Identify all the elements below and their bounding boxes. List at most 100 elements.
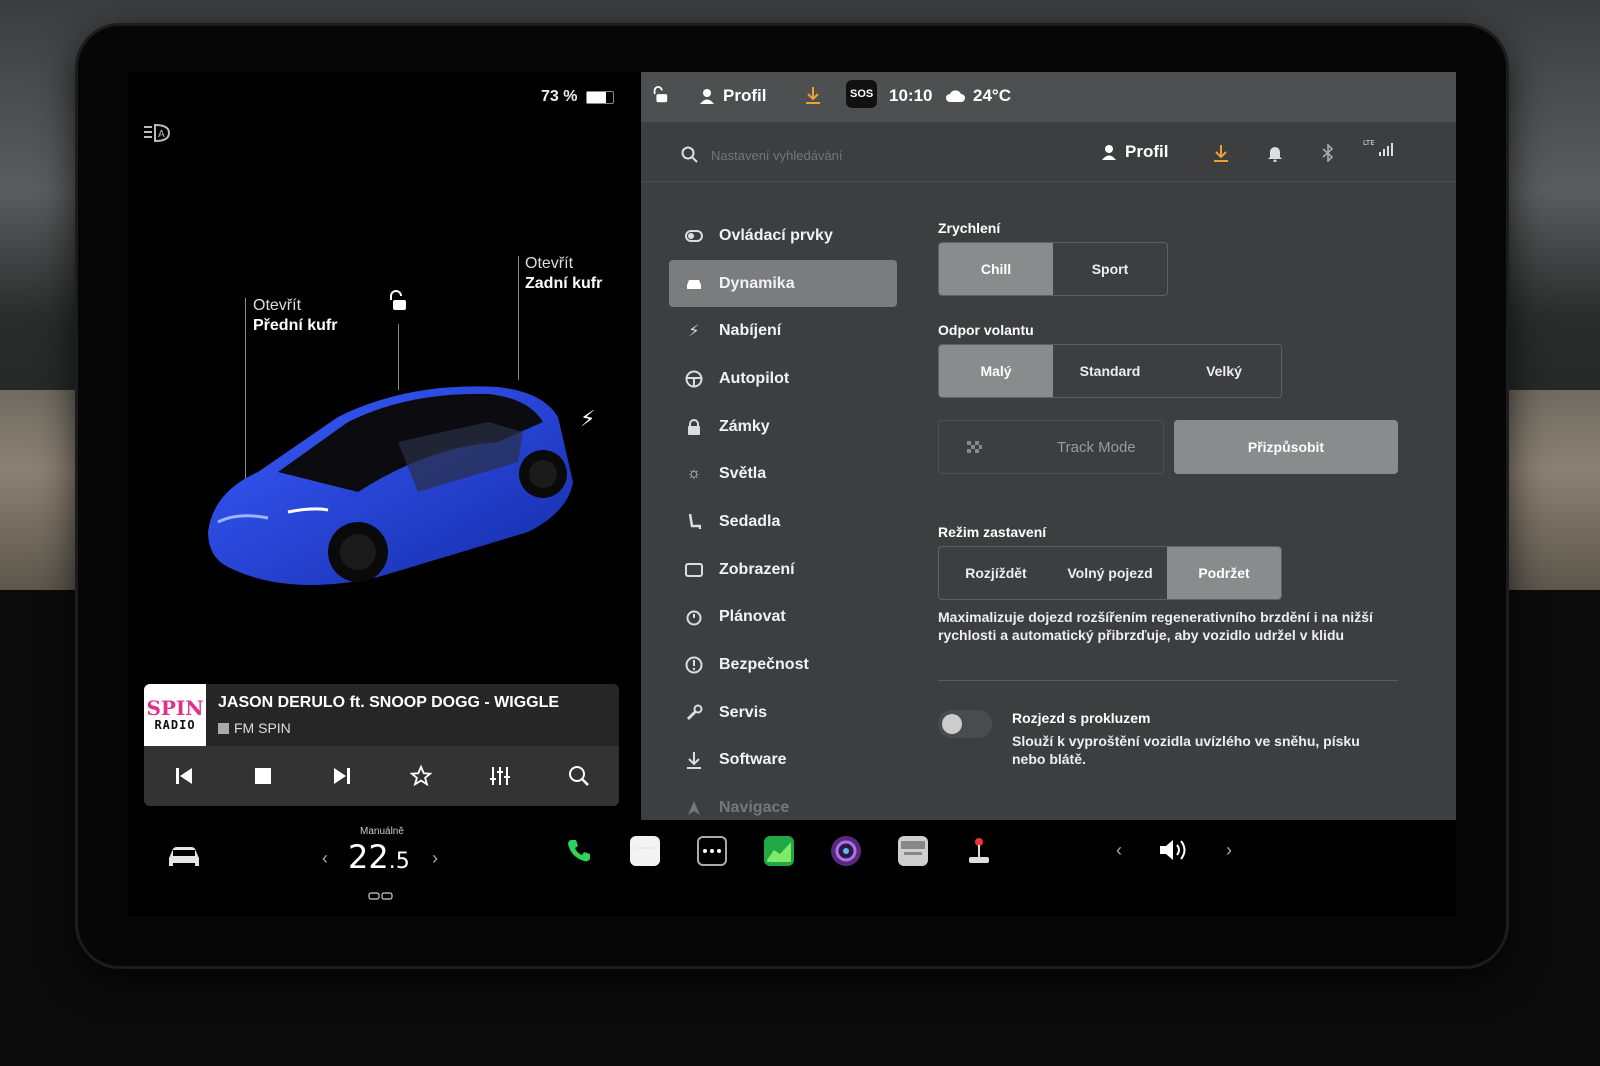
- nav-item-label: Zámky: [719, 417, 770, 435]
- divider: [938, 680, 1398, 681]
- option-heavy[interactable]: Velký: [1167, 345, 1281, 397]
- more-apps-icon[interactable]: [697, 836, 727, 866]
- nav-item-service[interactable]: Servis: [669, 689, 899, 737]
- header-profile[interactable]: Profil: [1101, 142, 1168, 162]
- option-sport[interactable]: Sport: [1053, 243, 1167, 295]
- download-icon[interactable]: [1213, 144, 1229, 167]
- settings-nav: Ovládací prvky Dynamika ⚡ Nabíjení Autop…: [669, 212, 899, 832]
- track-title: JASON DERULO ft. SNOOP DOGG - WIGGLE: [218, 694, 560, 711]
- nav-item-dynamics[interactable]: Dynamika: [669, 259, 897, 308]
- nav-item-display[interactable]: Zobrazení: [669, 546, 899, 594]
- front-trunk-label: Přední kufr: [253, 317, 338, 334]
- nav-item-label: Servis: [719, 703, 768, 721]
- media-player: SPIN RADIO JASON DERULO ft. SNOOP DOGG -…: [144, 684, 619, 806]
- media-now-playing[interactable]: SPIN RADIO JASON DERULO ft. SNOOP DOGG -…: [144, 684, 619, 746]
- previous-track-icon[interactable]: [169, 761, 199, 791]
- bell-icon[interactable]: [1267, 144, 1283, 167]
- status-profile[interactable]: Profil: [699, 86, 766, 106]
- touchscreen: 73 % A Otevřít Přední kufr Otevřít Zadní…: [128, 72, 1456, 916]
- volume-down-chevron-icon[interactable]: ‹: [1116, 840, 1122, 861]
- unlock-icon[interactable]: [386, 290, 408, 312]
- search-icon: [681, 146, 699, 169]
- station-logo-text: SPIN: [146, 696, 204, 720]
- volume-icon[interactable]: [1158, 836, 1192, 869]
- lte-signal-icon: LTE: [1363, 138, 1395, 163]
- media-search-icon[interactable]: [564, 761, 594, 791]
- camera-icon[interactable]: [831, 836, 861, 866]
- favorite-star-icon[interactable]: [406, 761, 436, 791]
- option-roll[interactable]: Volný pojezd: [1053, 547, 1167, 599]
- option-chill[interactable]: Chill: [939, 243, 1053, 295]
- car-3d-model: [198, 362, 598, 602]
- checkered-flag-icon: [965, 439, 983, 461]
- next-track-icon[interactable]: [327, 761, 357, 791]
- option-creep[interactable]: Rozjíždět: [939, 547, 1053, 599]
- status-download-icon[interactable]: [805, 86, 821, 104]
- rear-trunk-callout[interactable]: Otevřít Zadní kufr: [525, 254, 602, 294]
- dashcam-icon[interactable]: [898, 836, 928, 866]
- option-hold[interactable]: Podržet: [1167, 547, 1281, 599]
- cabin-temperature[interactable]: 22.5: [348, 838, 410, 876]
- status-profile-label: Profil: [723, 86, 767, 105]
- nav-item-label: Nabíjení: [719, 322, 782, 340]
- nav-item-lights[interactable]: ☼ Světla: [669, 450, 899, 498]
- settings-panel: Profil SOS 10:10 24°C Profil: [641, 72, 1456, 820]
- nav-item-label: Software: [719, 751, 787, 769]
- nav-item-seats[interactable]: Sedadla: [669, 498, 899, 546]
- stop-icon[interactable]: [248, 761, 278, 791]
- acceleration-selector: Chill Sport: [938, 242, 1168, 296]
- header-profile-label: Profil: [1125, 142, 1169, 161]
- nav-item-safety[interactable]: Bezpečnost: [669, 641, 899, 689]
- temp-up-chevron-icon[interactable]: ›: [432, 848, 438, 869]
- calendar-icon[interactable]: [630, 836, 660, 866]
- option-standard[interactable]: Standard: [1053, 345, 1167, 397]
- settings-search-input[interactable]: [711, 142, 1031, 168]
- volume-up-chevron-icon[interactable]: ›: [1226, 840, 1232, 861]
- person-icon: [700, 89, 714, 104]
- track-mode-button[interactable]: Track Mode: [938, 420, 1164, 474]
- battery-level-fill: [587, 92, 606, 103]
- cloud-icon: [946, 90, 965, 102]
- nav-item-autopilot[interactable]: Autopilot: [669, 355, 899, 403]
- stopping-mode-description: Maximalizuje dojezd rozšířením regenerat…: [938, 609, 1373, 643]
- nav-item-controls[interactable]: Ovládací prvky: [669, 212, 899, 260]
- joystick-games-icon[interactable]: [964, 836, 994, 866]
- nav-item-label: Sedadla: [719, 512, 781, 530]
- station-name: FM SPIN: [218, 720, 291, 736]
- auto-headlight-icon[interactable]: A: [142, 122, 172, 144]
- display-icon: [685, 561, 703, 579]
- energy-chart-icon[interactable]: [764, 836, 794, 866]
- rear-trunk-open-label: Otevřít: [525, 255, 574, 272]
- option-light[interactable]: Malý: [939, 345, 1053, 397]
- phone-icon[interactable]: [564, 836, 594, 866]
- nav-item-label: Autopilot: [719, 369, 790, 387]
- status-unlock-icon[interactable]: [651, 86, 669, 104]
- svg-text:A: A: [158, 129, 165, 140]
- seat-heater-icon[interactable]: [368, 888, 394, 906]
- bluetooth-icon[interactable]: [1321, 143, 1335, 167]
- wrench-icon: [685, 704, 703, 722]
- slip-start-toggle[interactable]: [938, 710, 992, 738]
- sos-label: SOS: [846, 80, 878, 108]
- stopping-mode-title: Režim zastavení: [938, 524, 1047, 540]
- radio-icon: [218, 722, 229, 734]
- acceleration-title: Zrychlení: [938, 220, 1001, 236]
- equalizer-icon[interactable]: [485, 761, 515, 791]
- steering-wheel-icon: [685, 370, 703, 388]
- customize-button[interactable]: Přizpůsobit: [1174, 420, 1398, 474]
- nav-item-software[interactable]: Software: [669, 737, 899, 785]
- nav-item-label: Ovládací prvky: [719, 226, 833, 244]
- sos-button[interactable]: SOS: [846, 80, 878, 108]
- front-trunk-callout[interactable]: Otevřít Přední kufr: [253, 296, 337, 336]
- nav-item-label: Dynamika: [719, 274, 795, 292]
- car-menu-icon[interactable]: [166, 844, 202, 875]
- nav-item-charging[interactable]: ⚡ Nabíjení: [669, 307, 899, 355]
- nav-item-label: Světla: [719, 465, 767, 483]
- track-mode-label: Track Mode: [1057, 439, 1136, 456]
- car-icon: [685, 275, 703, 293]
- battery-percent: 73 %: [541, 88, 578, 105]
- temp-down-chevron-icon[interactable]: ‹: [322, 848, 328, 869]
- temp-decimal: .5: [388, 849, 410, 874]
- nav-item-locks[interactable]: Zámky: [669, 403, 899, 451]
- nav-item-schedule[interactable]: Plánovat: [669, 594, 899, 642]
